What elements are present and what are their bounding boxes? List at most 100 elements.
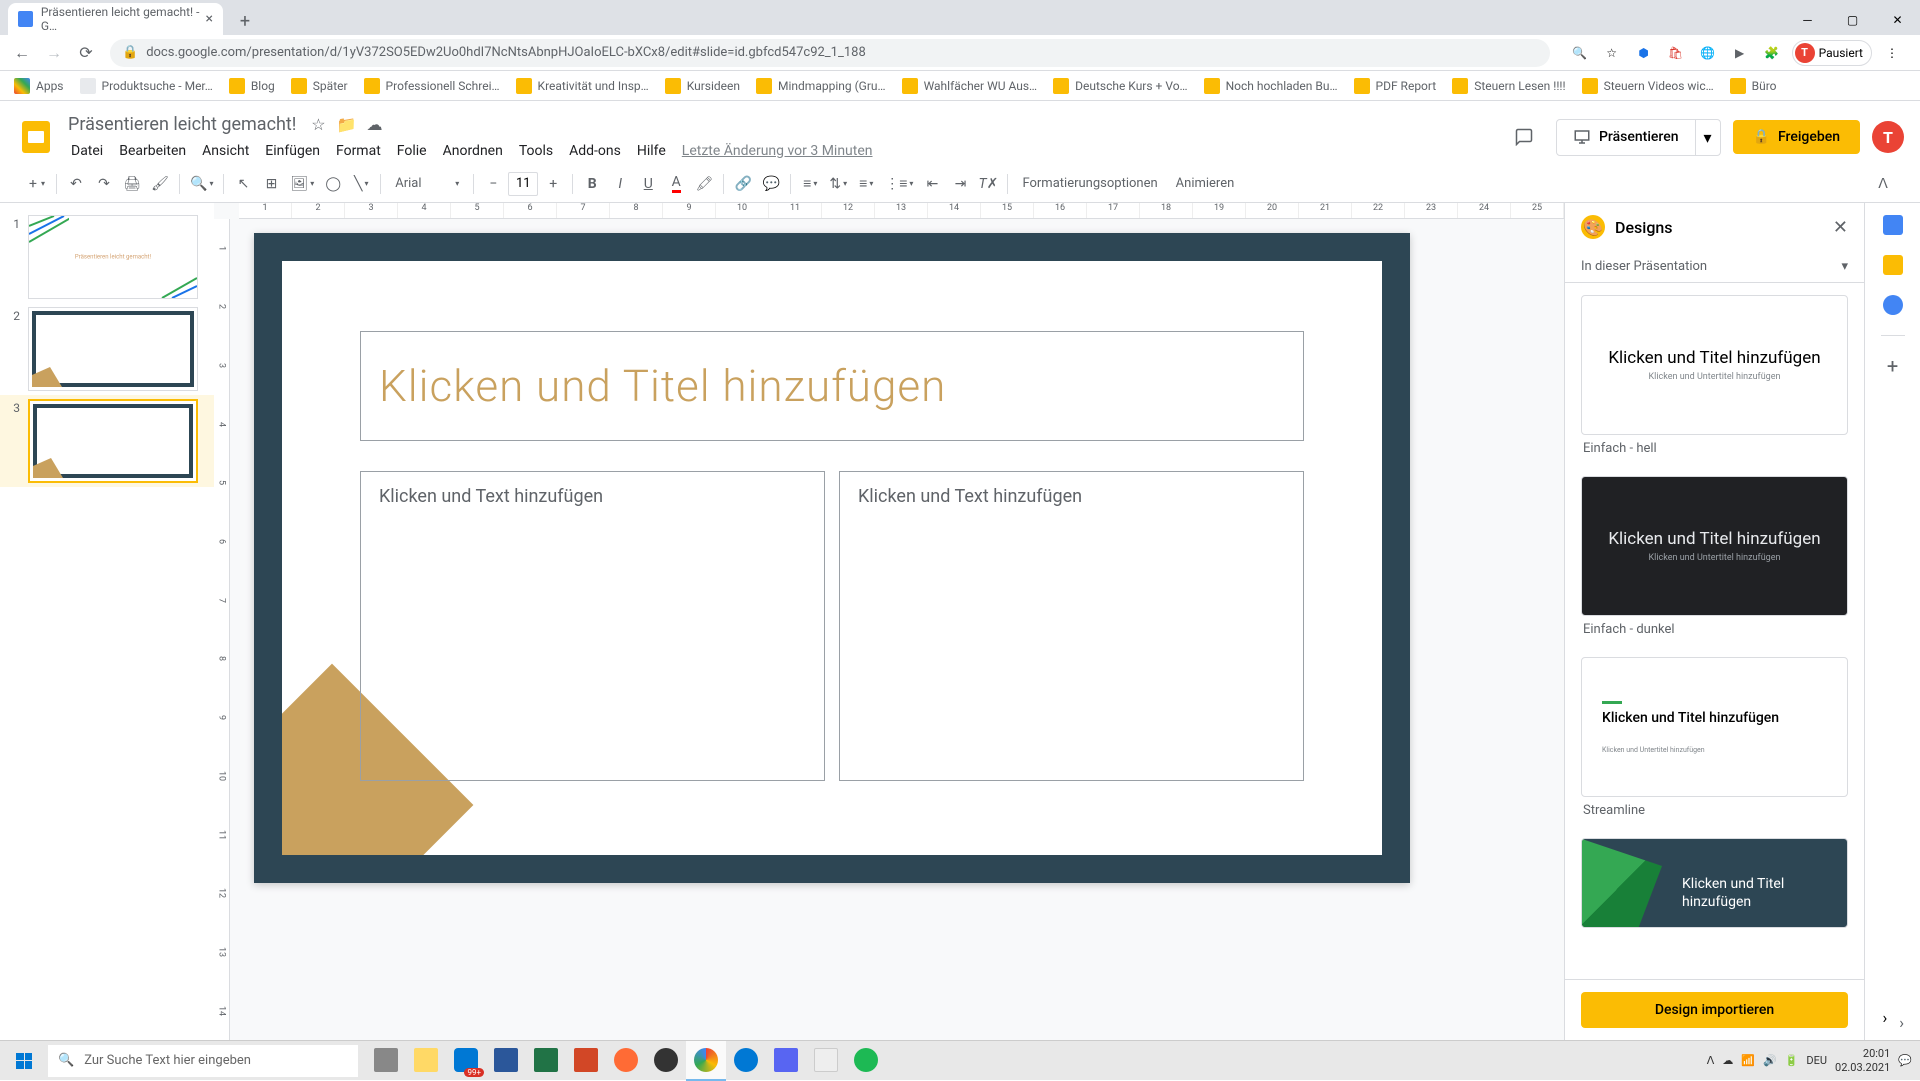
align-button[interactable]: ≡▾: [797, 171, 823, 197]
taskbar-app-obs[interactable]: [646, 1041, 686, 1081]
keep-icon[interactable]: [1883, 255, 1903, 275]
tray-notifications-icon[interactable]: 💬: [1898, 1054, 1912, 1067]
print-button[interactable]: 🖨: [119, 171, 145, 197]
reload-button[interactable]: ⟳: [72, 39, 100, 67]
extensions-menu-icon[interactable]: 🧩: [1760, 41, 1784, 65]
menu-insert[interactable]: Einfügen: [258, 139, 327, 163]
taskbar-app[interactable]: [606, 1041, 646, 1081]
browser-menu-icon[interactable]: ⋮: [1880, 41, 1904, 65]
numbered-list-button[interactable]: ≡▾: [853, 171, 879, 197]
new-tab-button[interactable]: +: [231, 7, 259, 35]
indent-increase-button[interactable]: ⇥: [947, 171, 973, 197]
star-icon[interactable]: ☆: [1600, 41, 1624, 65]
slide-thumb-2[interactable]: 2: [0, 303, 214, 395]
underline-button[interactable]: U: [635, 171, 661, 197]
taskbar-app-edge2[interactable]: [726, 1041, 766, 1081]
shape-tool[interactable]: ◯: [320, 171, 346, 197]
bookmark-item[interactable]: Noch hochladen Bu…: [1198, 74, 1344, 98]
task-view-button[interactable]: [366, 1041, 406, 1081]
cloud-status-icon[interactable]: ☁: [364, 114, 384, 134]
highlight-button[interactable]: 🖍: [691, 171, 717, 197]
bookmark-item[interactable]: Mindmapping (Gru…: [750, 74, 892, 98]
zoom-icon[interactable]: 🔍: [1568, 41, 1592, 65]
account-avatar[interactable]: T: [1872, 121, 1904, 153]
present-button[interactable]: Präsentieren: [1557, 120, 1695, 155]
bookmark-item[interactable]: Steuern Lesen !!!!: [1446, 74, 1571, 98]
start-button[interactable]: [0, 1041, 48, 1081]
window-close-button[interactable]: ✕: [1875, 5, 1920, 35]
slide-thumb-3[interactable]: 3: [0, 395, 214, 487]
design-option-4[interactable]: Klicken und Titel hinzufügen: [1581, 838, 1848, 928]
body-placeholder-right[interactable]: Klicken und Text hinzufügen: [839, 471, 1304, 781]
font-size-increase[interactable]: +: [540, 171, 566, 197]
body-placeholder-left[interactable]: Klicken und Text hinzufügen: [360, 471, 825, 781]
tray-volume-icon[interactable]: 🔊: [1763, 1054, 1777, 1067]
animate-button[interactable]: Animieren: [1168, 172, 1243, 195]
window-minimize-button[interactable]: ─: [1785, 5, 1830, 35]
line-tool[interactable]: ╲▾: [348, 171, 374, 197]
extension-icon[interactable]: ⬢: [1632, 41, 1656, 65]
present-dropdown[interactable]: ▾: [1695, 120, 1720, 155]
profile-button[interactable]: T Pausiert: [1792, 40, 1872, 66]
browser-tab[interactable]: Präsentieren leicht gemacht! - G… ×: [8, 3, 223, 35]
font-select[interactable]: Arial▾: [387, 171, 467, 197]
zoom-button[interactable]: 🔍▾: [186, 171, 217, 197]
document-title[interactable]: Präsentieren leicht gemacht!: [64, 112, 300, 137]
bookmark-item[interactable]: Kursideen: [659, 74, 746, 98]
tray-language[interactable]: DEU: [1806, 1054, 1827, 1067]
link-button[interactable]: 🔗: [730, 171, 756, 197]
taskbar-app-word[interactable]: [486, 1041, 526, 1081]
taskbar-app-excel[interactable]: [526, 1041, 566, 1081]
share-button[interactable]: 🔒 Freigeben: [1733, 120, 1860, 154]
menu-file[interactable]: Datei: [64, 139, 110, 163]
taskbar-search[interactable]: 🔍 Zur Suche Text hier eingeben: [48, 1045, 358, 1077]
font-size-decrease[interactable]: −: [480, 171, 506, 197]
menu-format[interactable]: Format: [329, 139, 388, 163]
taskbar-app-explorer[interactable]: [406, 1041, 446, 1081]
next-page-button[interactable]: ›: [1899, 1013, 1904, 1032]
comments-button[interactable]: [1504, 117, 1544, 157]
close-icon[interactable]: ✕: [1833, 217, 1848, 238]
clear-format-button[interactable]: T✗: [975, 171, 1001, 197]
tray-battery-icon[interactable]: 🔋: [1785, 1054, 1799, 1067]
taskbar-app[interactable]: [766, 1041, 806, 1081]
back-button[interactable]: ←: [8, 39, 36, 67]
ruler-horizontal[interactable]: 1234567891011121314151617181920212223242…: [239, 203, 1564, 219]
slide-canvas[interactable]: Klicken und Titel hinzufügen Klicken und…: [254, 233, 1410, 883]
bookmark-item[interactable]: Später: [285, 74, 354, 98]
tray-clock[interactable]: 20:01 02.03.2021: [1835, 1047, 1890, 1073]
bookmark-item[interactable]: Büro: [1724, 74, 1783, 98]
import-design-button[interactable]: Design importieren: [1581, 992, 1848, 1028]
menu-arrange[interactable]: Anordnen: [436, 139, 510, 163]
tray-wifi-icon[interactable]: 📶: [1741, 1054, 1755, 1067]
taskbar-app-powerpoint[interactable]: [566, 1041, 606, 1081]
add-addon-icon[interactable]: +: [1883, 356, 1903, 376]
designs-section-toggle[interactable]: In dieser Präsentation ▾: [1565, 251, 1864, 283]
slides-logo[interactable]: [16, 117, 56, 157]
bookmark-apps[interactable]: Apps: [8, 74, 70, 98]
text-color-button[interactable]: A: [663, 171, 689, 197]
undo-button[interactable]: ↶: [63, 171, 89, 197]
bookmark-item[interactable]: Blog: [223, 74, 281, 98]
star-icon[interactable]: ☆: [308, 114, 328, 134]
new-slide-button[interactable]: +▾: [24, 171, 50, 197]
redo-button[interactable]: ↷: [91, 171, 117, 197]
line-spacing-button[interactable]: ⇅▾: [825, 171, 851, 197]
menu-help[interactable]: Hilfe: [630, 139, 673, 163]
bookmark-item[interactable]: PDF Report: [1348, 74, 1443, 98]
taskbar-app-chrome[interactable]: [686, 1041, 726, 1081]
bold-button[interactable]: B: [579, 171, 605, 197]
design-option-light[interactable]: Klicken und Titel hinzufügen Klicken und…: [1581, 295, 1848, 468]
menu-view[interactable]: Ansicht: [195, 139, 256, 163]
taskbar-app-edge[interactable]: 99+: [446, 1041, 486, 1081]
bookmark-item[interactable]: Steuern Videos wic…: [1576, 74, 1720, 98]
move-icon[interactable]: 📁: [336, 114, 356, 134]
address-bar[interactable]: 🔒 docs.google.com/presentation/d/1yV372S…: [110, 39, 1550, 67]
title-placeholder[interactable]: Klicken und Titel hinzufügen: [360, 331, 1304, 441]
calendar-icon[interactable]: [1883, 215, 1903, 235]
design-option-streamline[interactable]: Klicken und Titel hinzufügen Klicken und…: [1581, 657, 1848, 830]
taskbar-app-spotify[interactable]: [846, 1041, 886, 1081]
forward-button[interactable]: →: [40, 39, 68, 67]
tray-cloud-icon[interactable]: ☁: [1722, 1054, 1733, 1067]
extension-icon[interactable]: ▶: [1728, 41, 1752, 65]
